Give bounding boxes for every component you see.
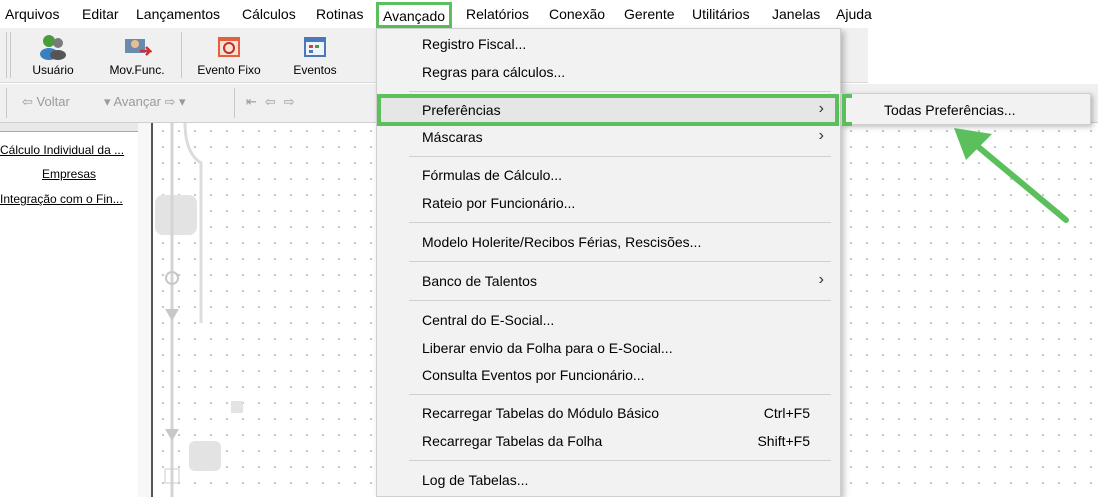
link-empresas[interactable]: Empresas — [0, 167, 138, 181]
menu-item-rateio-funcionario[interactable]: Rateio por Funcionário... — [422, 195, 575, 211]
menu-avancado[interactable]: Avançado — [376, 2, 453, 28]
mov-func-label: Mov.Func. — [109, 63, 165, 77]
menu-item-modelo-holerite[interactable]: Modelo Holerite/Recibos Férias, Rescisõe… — [422, 234, 701, 250]
left-panel: Cálculo Individual da ... Empresas Integ… — [0, 123, 139, 497]
record-nav-icons[interactable]: ⇤⇦⇨ — [246, 94, 303, 110]
users-icon — [40, 35, 66, 60]
back-button[interactable]: ⇦ Voltar — [22, 94, 70, 110]
mov-func-button[interactable]: Mov.Func. — [103, 30, 171, 80]
annotation-arrow-icon — [954, 128, 1069, 223]
menu-calculos[interactable]: Cálculos — [242, 0, 296, 28]
menu-separator — [409, 261, 831, 262]
fixed-event-icon — [218, 37, 240, 57]
forward-label: Avançar — [113, 94, 161, 109]
evento-fixo-button[interactable]: Evento Fixo — [190, 30, 268, 80]
shortcut-shift-f5: Shift+F5 — [757, 433, 810, 449]
menu-item-consulta-eventos[interactable]: Consulta Eventos por Funcionário... — [422, 367, 645, 383]
forward-arrow-icon: ⇨ ▾ — [164, 94, 186, 109]
menu-item-regras-calculos[interactable]: Regras para cálculos... — [422, 64, 565, 80]
menu-item-preferencias[interactable]: Preferências — [422, 102, 501, 118]
menu-item-log-tabelas[interactable]: Log de Tabelas... — [422, 472, 528, 488]
panel-splitter[interactable] — [138, 123, 153, 497]
link-calculo-individual[interactable]: Cálculo Individual da ... — [0, 143, 138, 157]
menu-separator — [409, 91, 831, 92]
toolbar-grip — [6, 88, 7, 118]
toolbar-separator — [181, 32, 182, 78]
menu-lancamentos[interactable]: Lançamentos — [136, 0, 220, 28]
menu-relatorios[interactable]: Relatórios — [466, 0, 529, 28]
employee-movement-icon — [125, 39, 152, 56]
menu-janelas[interactable]: Janelas — [772, 0, 820, 28]
menu-conexao[interactable]: Conexão — [549, 0, 605, 28]
menu-bar: Arquivos Editar Lançamentos Cálculos Rot… — [0, 0, 1098, 28]
menu-item-formulas-calculo[interactable]: Fórmulas de Cálculo... — [422, 167, 562, 183]
usuario-button[interactable]: Usuário — [24, 30, 82, 80]
menu-utilitarios[interactable]: Utilitários — [692, 0, 750, 28]
eventos-label: Eventos — [293, 63, 337, 77]
menu-item-recarregar-folha[interactable]: Recarregar Tabelas da Folha — [422, 433, 602, 449]
menu-separator — [409, 394, 831, 395]
menu-item-registro-fiscal[interactable]: Registro Fiscal... — [422, 36, 526, 52]
workflow-diagram — [155, 123, 243, 497]
panel-header — [0, 123, 138, 132]
dropdown-arrow-icon: ▾ — [104, 94, 111, 109]
toolbar-grip — [10, 32, 11, 78]
menu-separator — [409, 460, 831, 461]
toolbar-grip — [6, 32, 7, 78]
submenu-arrow-icon: › — [818, 271, 824, 288]
forward-button[interactable]: ▾ Avançar ⇨ ▾ — [104, 94, 186, 110]
menu-gerente[interactable]: Gerente — [624, 0, 675, 28]
toolbar-separator — [234, 88, 235, 118]
submenu-arrow-icon: › — [818, 127, 824, 144]
submenu-item-todas-preferencias[interactable]: Todas Preferências... — [884, 102, 1016, 118]
menu-arquivos[interactable]: Arquivos — [5, 0, 59, 28]
back-label: Voltar — [36, 94, 70, 109]
menu-separator — [409, 156, 831, 157]
submenu-highlight — [842, 94, 852, 126]
link-integracao[interactable]: Integração com o Fin... — [0, 192, 138, 206]
back-arrow-icon: ⇦ — [22, 94, 33, 109]
menu-item-mascaras[interactable]: Máscaras — [422, 129, 483, 145]
menu-separator — [409, 222, 831, 223]
shortcut-ctrl-f5: Ctrl+F5 — [763, 405, 810, 421]
menu-separator — [409, 300, 831, 301]
menu-item-central-esocial[interactable]: Central do E-Social... — [422, 312, 554, 328]
menu-rotinas[interactable]: Rotinas — [316, 0, 363, 28]
events-calendar-icon — [304, 37, 326, 57]
menu-item-recarregar-basico[interactable]: Recarregar Tabelas do Módulo Básico — [422, 405, 659, 421]
menu-ajuda[interactable]: Ajuda — [836, 0, 872, 28]
submenu-arrow-icon: › — [818, 100, 824, 117]
avancado-dropdown-menu: Registro Fiscal... Regras para cálculos.… — [376, 28, 841, 497]
menu-editar[interactable]: Editar — [82, 0, 119, 28]
usuario-label: Usuário — [32, 63, 74, 77]
menu-item-banco-talentos[interactable]: Banco de Talentos — [422, 273, 537, 289]
eventos-button[interactable]: Eventos — [284, 30, 346, 80]
evento-fixo-label: Evento Fixo — [197, 63, 261, 77]
menu-item-liberar-envio[interactable]: Liberar envio da Folha para o E-Social..… — [422, 340, 673, 356]
